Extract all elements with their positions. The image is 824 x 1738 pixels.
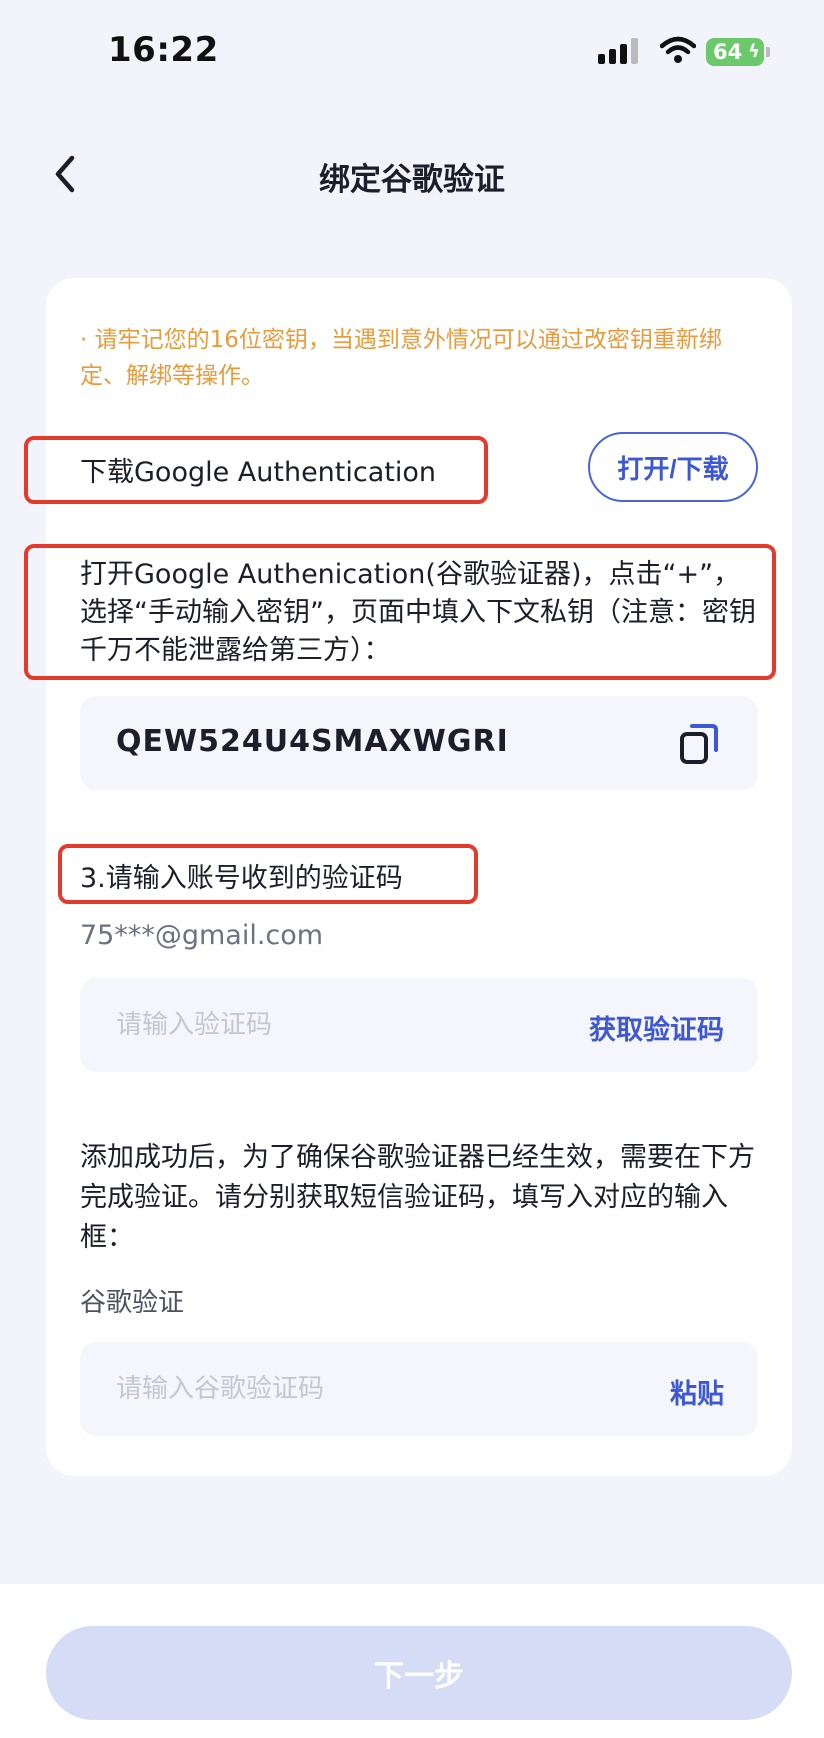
cellular-signal-icon [598,38,638,64]
open-download-button[interactable]: 打开/下载 [588,432,758,502]
verification-code-input[interactable] [116,978,536,1072]
status-bar: 16:22 64 ϟ [0,0,824,110]
nav-bar: 绑定谷歌验证 [0,130,824,220]
setup-instruction: 打开Google Authenication(谷歌验证器)，点击“+”，选择“手… [80,559,756,666]
verification-code-row: 获取验证码 [80,978,758,1072]
secret-key-box: QEW524U4SMAXWGRI [80,696,758,790]
battery-level: 64 [713,40,743,64]
get-code-button[interactable]: 获取验证码 [589,1008,724,1047]
google-verify-label: 谷歌验证 [80,1288,185,1318]
charging-icon: ϟ [748,41,760,62]
page-title: 绑定谷歌验证 [319,162,505,198]
status-time: 16:22 [108,30,219,70]
google-code-input[interactable] [116,1342,536,1436]
warning-notice: · 请牢记您的16位密钥，当遇到意外情况可以通过改密钥重新绑定、解绑等操作。 [80,327,722,389]
step3-label: 3.请输入账号收到的验证码 [80,863,403,894]
success-instruction: 添加成功后，为了确保谷歌验证器已经生效，需要在下方完成验证。请分别获取短信验证码… [80,1142,755,1253]
battery-icon: 64 ϟ [706,38,770,66]
account-email: 75***@gmail.com [80,920,324,951]
download-label: 下载Google Authentication [80,457,436,488]
google-code-row: 粘贴 [80,1342,758,1436]
secret-key: QEW524U4SMAXWGRI [116,724,509,759]
paste-button[interactable]: 粘贴 [670,1372,724,1411]
next-step-button[interactable]: 下一步 [46,1626,792,1720]
copy-icon[interactable] [680,722,720,764]
wifi-icon [660,36,696,63]
